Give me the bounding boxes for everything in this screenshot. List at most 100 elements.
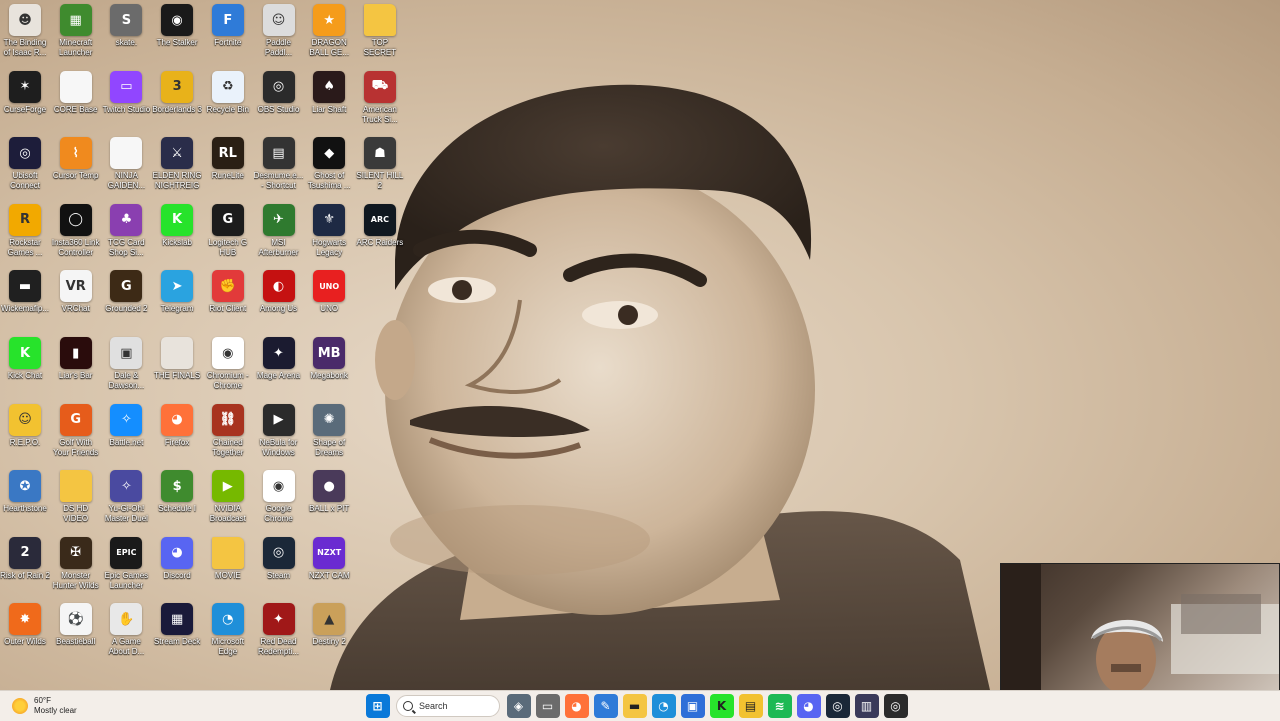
desktop-shortcut[interactable]: ✪ Hearthstone <box>0 466 50 514</box>
desktop-shortcut[interactable]: ✦ Red Dead Redempti... <box>254 599 304 657</box>
task-view-icon[interactable]: ▭ <box>535 694 560 718</box>
desktop-shortcut[interactable]: ✠ Monster Hunter Wilds <box>51 533 101 591</box>
desktop-shortcut-label: Liar's Bar <box>58 371 93 380</box>
desktop-shortcut[interactable]: ☗ SILENT HILL 2 <box>355 133 405 191</box>
firefox-icon[interactable]: ◕ <box>564 694 589 718</box>
desktop-shortcut[interactable]: 3 Borderlands 3 <box>152 67 202 115</box>
desktop-shortcut[interactable]: ✋ A Game About D... <box>101 599 151 657</box>
weather-widget[interactable]: 60°F Mostly clear <box>12 695 77 717</box>
desktop-shortcut[interactable]: ✦ Mage Arena <box>254 333 304 381</box>
desktop-shortcut[interactable]: ✧ Yu-Gi-Oh! Master Duel <box>101 466 151 524</box>
desktop-shortcut[interactable]: ◔ Microsoft Edge <box>203 599 253 657</box>
ball-pit-icon: ● <box>313 470 346 503</box>
desktop-shortcut[interactable]: RL RuneLite <box>203 133 253 181</box>
discord-icon[interactable]: ◕ <box>796 694 821 718</box>
desktop-shortcut[interactable]: ▶ NVIDIA Broadcast <box>203 466 253 524</box>
desktop-shortcut[interactable]: G Golf With Your Friends <box>51 400 101 458</box>
desktop-shortcut[interactable]: ▤ Desmume.e... - Shortcut <box>254 133 304 191</box>
stalker-icon: ◉ <box>161 4 194 36</box>
desktop-shortcut[interactable]: DS HD VIDEO <box>51 466 101 524</box>
spotify-icon[interactable]: ≋ <box>767 694 792 718</box>
desktop-shortcut[interactable]: G Grounded 2 <box>101 266 151 314</box>
desktop-shortcut[interactable]: ⚔ELDEN RING NIGHTREIGN <box>152 133 202 191</box>
desktop-shortcut[interactable]: ➤ Telegram <box>152 266 202 314</box>
desktop-shortcut[interactable]: MB Megabonk <box>304 333 354 381</box>
desktop-shortcut[interactable]: Sskate. <box>101 0 151 48</box>
desktop-shortcut[interactable]: ▭ Twitch Studio <box>101 67 151 115</box>
paint-icon[interactable]: ✎ <box>593 694 618 718</box>
desktop-shortcut[interactable]: ◉ The Stalker <box>152 0 202 48</box>
desktop-shortcut[interactable]: ▣ Dale & Dawson... <box>101 333 151 391</box>
desktop-shortcut[interactable]: THE FINALS <box>152 333 202 381</box>
desktop-shortcut[interactable]: NINJA GAIDEN... <box>101 133 151 191</box>
desktop-shortcut[interactable]: ▦ Stream Deck <box>152 599 202 647</box>
desktop-shortcut[interactable]: ☻ The Binding of Isaac R... <box>0 0 50 58</box>
desktop-shortcut[interactable]: ⌇ Cursor Temp <box>51 133 101 181</box>
desktop-shortcut[interactable]: 2 Risk of Rain 2 <box>0 533 50 581</box>
desktop-shortcut[interactable]: ◯ Insta360 Link Controller <box>51 200 101 258</box>
desktop-shortcut[interactable]: ◕ Discord <box>152 533 202 581</box>
desktop-shortcut[interactable]: ♠ Liar Shaft <box>304 67 354 115</box>
desktop-shortcut[interactable]: ◐ Among Us <box>254 266 304 314</box>
curseforge-icon: ✶ <box>9 70 41 103</box>
desktop-shortcut[interactable]: ◆ Ghost of Tsushima ... <box>304 133 354 191</box>
desktop-shortcut[interactable]: ▮ Liar's Bar <box>51 333 101 381</box>
kick-icon[interactable]: K <box>709 694 734 718</box>
desktop-shortcut-label: Golf With Your Friends <box>53 437 99 457</box>
desktop-shortcut[interactable]: ▲ Destiny 2 <box>304 599 354 647</box>
taskbar-search-box[interactable]: Search <box>396 695 500 717</box>
desktop-shortcut[interactable]: NZXT NZXT CAM <box>304 533 354 581</box>
widgets-icon[interactable]: ◈ <box>506 694 531 718</box>
desktop-shortcut[interactable]: CORE Base <box>51 67 101 115</box>
desktop-shortcut[interactable]: ⚽ Beastieball <box>51 599 101 647</box>
desktop-shortcut[interactable]: ARC ARC Raiders <box>355 200 405 248</box>
desktop-shortcut[interactable]: ⛓ Chained Together <box>203 400 253 458</box>
desktop-shortcut[interactable]: ☺ R.E.P.O. <box>0 400 50 448</box>
desktop-shortcut[interactable]: ◎ Steam <box>254 533 304 581</box>
desktop-shortcut[interactable]: ⚜ Hogwarts Legacy <box>304 200 354 258</box>
desktop-shortcut[interactable]: ✺ Shape of Dreams <box>304 400 354 458</box>
desktop-shortcut[interactable]: ♣ TCG Card Shop Si... <box>101 200 151 258</box>
desktop-shortcut[interactable]: ✊ Riot Client <box>203 266 253 314</box>
desktop-shortcut[interactable]: ◉ Chromium - Chrome <box>203 333 253 391</box>
desktop-shortcut[interactable]: ⛟ American Truck Si... <box>355 67 405 125</box>
desktop-shortcut[interactable]: ▬ Wickemafip... <box>0 266 50 314</box>
steam-icon[interactable]: ◎ <box>825 694 850 718</box>
desktop-shortcut[interactable]: ☺ Paddle Paddl... <box>254 0 304 58</box>
desktop-shortcut[interactable]: MOVIE <box>203 533 253 581</box>
desktop-shortcut[interactable]: ✸ Outer Wilds <box>0 599 50 647</box>
desktop-shortcut[interactable]: K Kickslab <box>152 200 202 248</box>
desktop-shortcut[interactable]: K Kick Chat <box>0 333 50 381</box>
desktop-shortcut-label: Among Us <box>259 304 298 314</box>
desktop-shortcut[interactable]: ◕ Firefox <box>152 400 202 448</box>
obs-icon[interactable]: ◎ <box>883 694 908 718</box>
desktop-shortcut[interactable]: ● BALL x PIT <box>304 466 354 514</box>
desktop-shortcut[interactable]: ✈ MSI Afterburner <box>254 200 304 258</box>
desktop-shortcut[interactable]: ◎ Ubisoft Connect <box>0 133 50 191</box>
desktop-shortcut[interactable]: UNO UNO <box>304 266 354 314</box>
edge-icon[interactable]: ◔ <box>651 694 676 718</box>
windows-start-icon[interactable]: ⊞ <box>365 694 390 718</box>
desktop-shortcut[interactable]: EPIC Epic Games Launcher <box>101 533 151 591</box>
mage-arena-icon: ✦ <box>262 337 295 369</box>
app-icon[interactable]: ▥ <box>854 694 879 718</box>
desktop-shortcut[interactable]: ✧ Battle.net <box>101 400 151 448</box>
store-icon[interactable]: ▣ <box>680 694 705 718</box>
desktop-shortcut[interactable]: F Fortnite <box>203 0 253 48</box>
desktop-shortcut-label: NINJA GAIDEN... <box>107 171 146 191</box>
desktop-shortcut[interactable]: ★ DRAGON BALL GE... <box>304 0 354 58</box>
runelite-icon: RL <box>211 137 244 170</box>
desktop-shortcut[interactable]: ✶ CurseForge <box>0 67 50 115</box>
desktop-shortcut[interactable]: ◉ Google Chrome <box>254 466 304 524</box>
sticky-notes-icon[interactable]: ▤ <box>738 694 763 718</box>
desktop-shortcut[interactable]: G Logitech G HUB <box>203 200 253 258</box>
desktop-shortcut[interactable]: $ Schedule I <box>152 466 202 514</box>
desktop-shortcut[interactable]: R Rockstar Games ... <box>0 200 50 258</box>
desktop-shortcut[interactable]: TOP SECRET <box>355 0 405 58</box>
desktop-shortcut[interactable]: ◎ OBS Studio <box>254 67 304 115</box>
desktop-shortcut[interactable]: VR VRChat <box>51 266 101 314</box>
desktop-shortcut[interactable]: ▦ Minecraft Launcher <box>51 0 101 58</box>
file-explorer-icon[interactable]: ▬ <box>622 694 647 718</box>
desktop-shortcut[interactable]: ♻ Recycle Bin <box>203 67 253 115</box>
desktop-shortcut[interactable]: ▶ NeBula for Windows <box>254 400 304 458</box>
